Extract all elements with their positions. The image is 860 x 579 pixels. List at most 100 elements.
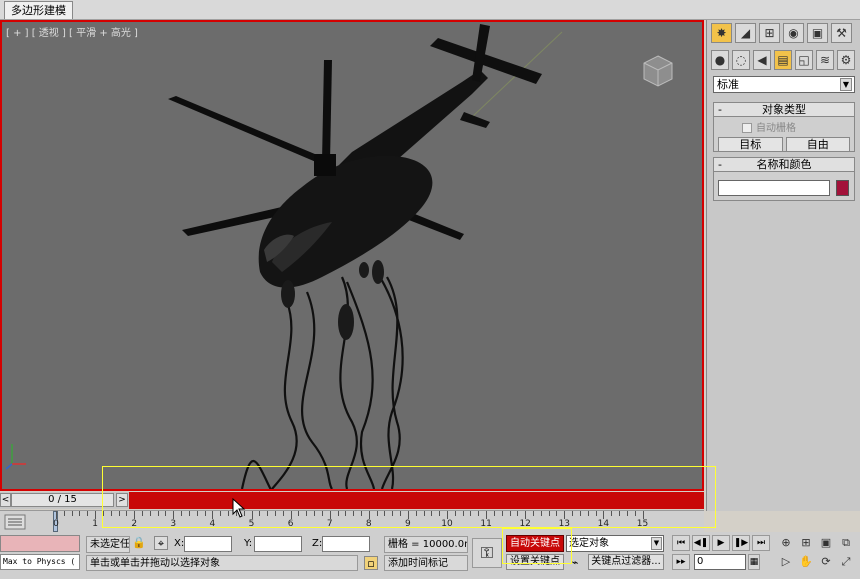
trackbar-tick-label: 10 — [441, 519, 453, 529]
trackbar-major-tick — [251, 511, 253, 519]
trackbar-major-tick — [525, 511, 527, 519]
maxscript-listener-field[interactable] — [0, 535, 80, 552]
autogrid-row[interactable]: 自动栅格 — [714, 117, 854, 134]
x-coordinate-input[interactable] — [184, 536, 232, 552]
next-frame-icon[interactable]: ❚▶ — [732, 535, 750, 551]
set-key-button[interactable]: 设置关键点 — [506, 554, 564, 570]
collapse-icon[interactable]: - — [718, 103, 722, 116]
trackbar-minor-tick — [165, 511, 167, 516]
key-selection-dropdown[interactable]: 选定对象 ▼ — [566, 535, 664, 552]
trackbar-minor-tick — [118, 511, 120, 516]
chevron-down-icon[interactable]: ▼ — [840, 78, 852, 91]
lock-selection-icon[interactable]: 🔒 — [132, 536, 146, 550]
trackbar-minor-tick — [353, 511, 355, 516]
modify-tab-icon[interactable]: ◢ — [735, 23, 756, 43]
trackbar-minor-tick — [400, 511, 402, 516]
lights-icon[interactable]: ◀ — [753, 50, 771, 70]
zoom-all-icon[interactable]: ⊞ — [798, 535, 814, 551]
shapes-icon[interactable]: ◌ — [732, 50, 750, 70]
category-select[interactable]: 标准 ▼ — [713, 76, 855, 93]
trackbar-minor-tick — [274, 511, 276, 516]
trackbar-major-tick — [212, 511, 214, 519]
set-key-mode-icon[interactable]: ⚿ — [472, 538, 502, 568]
collapse-icon[interactable]: - — [718, 158, 722, 171]
current-frame-input[interactable]: 0 — [694, 554, 746, 570]
trackbar-minor-tick — [228, 511, 230, 516]
maximize-viewport-icon[interactable]: ⤢ — [838, 554, 854, 570]
trackbar-minor-tick — [478, 511, 480, 516]
field-of-view-icon[interactable]: ▷ — [778, 554, 794, 570]
trackbar-minor-tick — [181, 511, 183, 516]
utilities-tab-icon[interactable]: ⚒ — [831, 23, 852, 43]
trackbar-tick-label: 4 — [209, 519, 216, 529]
trackbar-minor-tick — [384, 511, 386, 516]
play-icon[interactable]: ▶ — [712, 535, 730, 551]
zoom-icon[interactable]: ⊕ — [778, 535, 794, 551]
object-type-header[interactable]: - 对象类型 — [714, 103, 854, 117]
free-button[interactable]: 自由 — [785, 137, 850, 152]
target-button[interactable]: 目标 — [718, 137, 783, 152]
time-config-icon[interactable]: ▦ — [748, 554, 760, 570]
zoom-extents-icon[interactable]: ▣ — [818, 535, 834, 551]
orbit-icon[interactable]: ⟳ — [818, 554, 834, 570]
go-to-end-icon[interactable]: ⏭ — [752, 535, 770, 551]
trackbar-minor-tick — [63, 511, 65, 516]
trackbar-minor-tick — [509, 511, 511, 516]
key-mode-icon[interactable]: ⌁ — [568, 556, 582, 570]
trackbar-minor-tick — [345, 511, 347, 516]
key-mode-toggle-icon[interactable]: ▸▸ — [672, 554, 690, 570]
autogrid-label: 自动栅格 — [756, 123, 796, 134]
systems-icon[interactable]: ⚙ — [837, 50, 855, 70]
maxscript-mini-listener[interactable]: Max to Physcs ( — [0, 554, 80, 570]
perspective-viewport[interactable]: [ + ] [ 透视 ] [ 平滑 + 高光 ] — [0, 20, 704, 491]
time-tag-icon[interactable]: ▫ — [364, 556, 378, 570]
time-slider-prev-button[interactable]: < — [0, 493, 11, 507]
add-time-tag-button[interactable]: 添加时间标记 — [384, 555, 468, 571]
auto-key-button[interactable]: 自动关键点 — [506, 535, 564, 552]
trackbar-minor-tick — [454, 511, 456, 516]
time-slider-track[interactable] — [129, 492, 704, 509]
category-buttons: ● ◌ ◀ ▤ ◱ ≋ ⚙ — [711, 50, 855, 72]
pan-icon[interactable]: ✋ — [798, 554, 814, 570]
display-tab-icon[interactable]: ▣ — [807, 23, 828, 43]
time-slider-thumb[interactable]: 0 / 15 — [11, 493, 114, 507]
motion-tab-icon[interactable]: ◉ — [783, 23, 804, 43]
spacewarps-icon[interactable]: ≋ — [816, 50, 834, 70]
trackbar-minor-tick — [579, 511, 581, 516]
chevron-down-icon[interactable]: ▼ — [651, 537, 662, 550]
helpers-icon[interactable]: ◱ — [795, 50, 813, 70]
object-color-swatch[interactable] — [836, 180, 849, 196]
trackbar-minor-tick — [533, 511, 535, 516]
go-to-start-icon[interactable]: ⏮ — [672, 535, 690, 551]
time-slider: < 0 / 15 > — [0, 492, 704, 509]
previous-frame-icon[interactable]: ◀❚ — [692, 535, 710, 551]
cameras-icon[interactable]: ▤ — [774, 50, 792, 70]
helicopter-model[interactable] — [2, 22, 702, 489]
trackbar-minor-tick — [149, 511, 151, 516]
geometry-icon[interactable]: ● — [711, 50, 729, 70]
object-name-field[interactable] — [718, 180, 830, 196]
create-tab-icon[interactable]: ✸ — [711, 23, 732, 43]
trackbar-minor-tick — [595, 511, 597, 516]
viewcube-icon[interactable] — [640, 54, 676, 90]
trackbar-tick-label: 13 — [558, 519, 571, 529]
trackbar-minor-tick — [204, 511, 206, 516]
z-coordinate-input[interactable] — [322, 536, 370, 552]
trackbar-minor-tick — [360, 511, 362, 516]
name-color-header[interactable]: - 名称和颜色 — [714, 158, 854, 172]
trackbar[interactable]: 0 1 2 3 4 5 6 7 8 9 10 11 12 13 14 15 — [0, 510, 704, 532]
curve-editor-icon[interactable] — [4, 514, 26, 530]
trackbar-major-tick — [173, 511, 175, 519]
time-slider-next-button[interactable]: > — [116, 493, 128, 507]
ribbon-tab-polygon-modeling[interactable]: 多边形建模 — [4, 1, 73, 19]
key-selection-value: 选定对象 — [569, 538, 609, 549]
key-filters-button[interactable]: 关键点过滤器... — [588, 554, 664, 570]
absolute-mode-icon[interactable]: ⌖ — [154, 536, 168, 550]
y-coordinate-input[interactable] — [254, 536, 302, 552]
autogrid-checkbox[interactable] — [742, 123, 752, 133]
zoom-extents-all-icon[interactable]: ⧉ — [838, 535, 854, 551]
hierarchy-tab-icon[interactable]: ⊞ — [759, 23, 780, 43]
trackbar-minor-tick — [196, 511, 198, 516]
trackbar-major-tick — [486, 511, 488, 519]
selection-status: 未选定任何对象 — [86, 536, 130, 553]
